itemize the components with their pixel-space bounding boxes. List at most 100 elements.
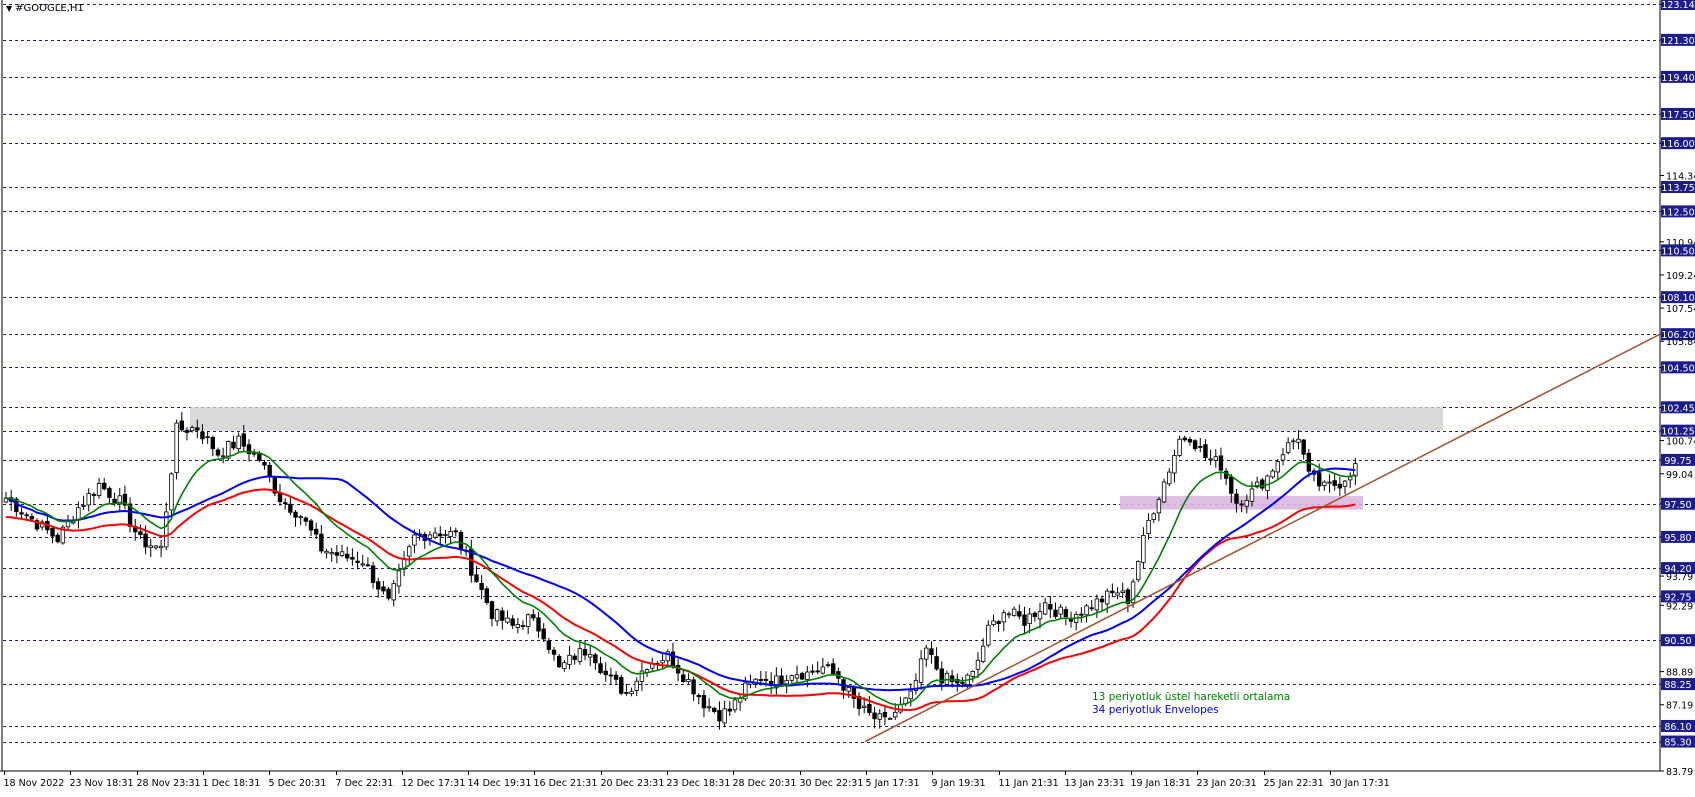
price-label: 117.50 — [1661, 110, 1694, 121]
time-axis[interactable]: 18 Nov 2022 23 Nov 18:31 28 Nov 23:31 1 Dec… — [4, 771, 1390, 789]
candle — [934, 647, 939, 671]
price-tick: 114.34 — [1660, 172, 1695, 183]
candle-body — [453, 530, 458, 533]
candle-body — [562, 662, 567, 669]
legend: 13 periyotluk üstel hareketli ortalama34… — [1092, 691, 1290, 716]
candle — [1260, 477, 1265, 491]
candle-body — [438, 533, 443, 537]
candle-body — [1270, 470, 1275, 478]
candle-body — [153, 545, 159, 549]
price-chart[interactable]: 13 periyotluk üstel hareketli ortalama34… — [0, 0, 1695, 793]
candle-body — [867, 703, 872, 713]
candle-body — [727, 708, 732, 712]
candle — [1285, 437, 1291, 455]
candle-body — [1017, 611, 1022, 617]
time-tick: 30 Jan 17:31 — [1330, 771, 1390, 789]
candle — [505, 610, 510, 624]
candle — [1198, 437, 1203, 453]
price-tick: 86.10 — [1660, 719, 1695, 733]
candle-body — [1265, 475, 1270, 491]
candle — [117, 487, 122, 512]
chart-window[interactable]: 13 periyotluk üstel hareketli ortalama 34… — [0, 0, 1695, 793]
price-tick: 107.54 — [1660, 304, 1695, 315]
candle-body — [551, 649, 557, 655]
candle — [210, 435, 215, 457]
candle — [955, 673, 960, 692]
candle — [1161, 478, 1167, 504]
symbol-title[interactable]: ▼ #GOOGLE,H1 — [6, 3, 84, 14]
price-axis[interactable]: 123.14 121.30 119.40 117.50 116.00 114.34113.… — [1660, 0, 1695, 778]
candle — [443, 529, 448, 544]
price-tick: 108.10 — [1660, 291, 1695, 304]
candle-body — [1027, 613, 1032, 625]
candle — [1218, 447, 1224, 480]
candle-body — [1079, 613, 1084, 616]
time-tick: 30 Dec 22:31 — [800, 771, 863, 789]
price-label: 97.50 — [1664, 500, 1691, 511]
candle-body — [1187, 439, 1193, 443]
candle-body — [1172, 455, 1177, 474]
candle — [603, 662, 608, 682]
time-tick: 5 Dec 20:31 — [269, 771, 327, 789]
candle — [91, 492, 97, 504]
candle-body — [975, 659, 981, 670]
candle — [355, 551, 360, 570]
price-label: 121.30 — [1661, 36, 1694, 47]
candle-body — [820, 666, 826, 674]
candle — [407, 544, 412, 565]
price-tick: 104.50 — [1660, 361, 1695, 374]
price-tick: 97.50 — [1660, 497, 1695, 511]
candle — [515, 617, 521, 634]
candle — [184, 427, 190, 441]
candle-body — [143, 533, 148, 548]
candle-body — [355, 560, 360, 563]
time-label: 5 Dec 20:31 — [269, 778, 327, 789]
candle-body — [96, 483, 102, 496]
price-label: 93.79 — [1666, 572, 1693, 583]
candle-body — [329, 552, 334, 555]
time-label: 20 Dec 23:31 — [601, 778, 665, 789]
candle — [148, 538, 153, 558]
candle-body — [91, 494, 97, 496]
candle — [1296, 430, 1301, 450]
candle — [1063, 606, 1069, 626]
price-tick: 90.50 — [1660, 634, 1695, 647]
candle-body — [231, 441, 236, 449]
candle — [639, 662, 645, 691]
candle — [841, 678, 846, 699]
candle-body — [1296, 438, 1301, 443]
candle — [262, 459, 267, 470]
candle — [588, 644, 593, 667]
candle — [1167, 468, 1172, 487]
time-label: 14 Dec 19:31 — [468, 778, 532, 789]
candle — [510, 615, 515, 629]
candle-body — [1032, 612, 1038, 617]
candle — [1089, 599, 1094, 611]
time-tick: 23 Jan 20:31 — [1197, 771, 1257, 789]
candle-body — [1203, 444, 1208, 458]
price-tick: 109.24 — [1660, 271, 1695, 282]
candle-body — [510, 618, 515, 626]
candle — [1172, 449, 1177, 483]
candle — [774, 667, 779, 696]
candle-body — [1084, 605, 1089, 616]
candle-body — [696, 694, 701, 698]
candle — [893, 703, 898, 721]
candle-body — [877, 713, 882, 720]
time-tick: 19 Jan 18:31 — [1131, 771, 1191, 789]
candle — [996, 619, 1001, 632]
price-tick: 87.19 — [1660, 701, 1693, 712]
dropdown-triangle-icon[interactable]: ▼ — [6, 4, 12, 13]
candle — [856, 692, 862, 716]
candle-body — [288, 503, 293, 513]
candle — [944, 670, 950, 687]
candle-body — [251, 452, 257, 455]
candle — [846, 686, 851, 699]
candle — [1042, 597, 1048, 616]
candle — [882, 706, 888, 726]
price-tick: 121.30 — [1660, 33, 1695, 47]
candle-body — [582, 649, 588, 656]
candle — [427, 531, 433, 546]
candle — [376, 577, 381, 598]
candle — [381, 580, 386, 595]
